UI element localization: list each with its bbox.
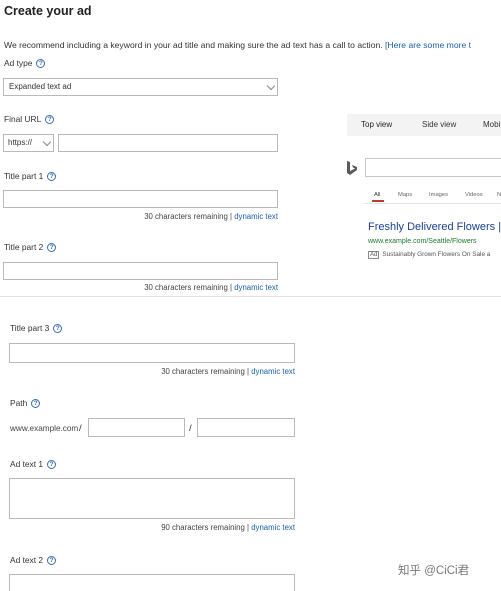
help-icon[interactable]: ? xyxy=(31,398,41,408)
preview-tabs: Top view Side view Mobi xyxy=(347,114,501,136)
page-title: Create your ad xyxy=(4,4,92,18)
more-tips-link[interactable]: [Here are some more t xyxy=(385,40,471,50)
tab-top-view[interactable]: Top view xyxy=(361,120,392,129)
tab-mobile[interactable]: Mobi xyxy=(483,120,500,129)
title-part-3-counter: 30 characters remaining | dynamic text xyxy=(161,367,295,376)
preview-search-box xyxy=(365,158,501,177)
chars-remaining: 90 characters remaining xyxy=(161,523,245,532)
title-part-1-counter: 30 characters remaining | dynamic text xyxy=(144,212,278,221)
ad-text-1-textarea[interactable] xyxy=(9,478,295,519)
search-nav-images: Images xyxy=(429,192,449,198)
ad-type-label: Ad type ? xyxy=(4,58,46,68)
path-2-input[interactable] xyxy=(197,418,295,437)
title-part-3-label-text: Title part 3 xyxy=(10,323,50,333)
watermark: 知乎 @CiCi君 xyxy=(398,565,470,577)
separator: | xyxy=(247,367,250,376)
dynamic-text-link[interactable]: dynamic text xyxy=(251,523,295,532)
intro-text: We recommend including a keyword in your… xyxy=(4,40,471,50)
ad-text-1-counter: 90 characters remaining | dynamic text xyxy=(161,523,295,532)
path-slash-1: / xyxy=(79,423,82,434)
search-nav-maps: Maps xyxy=(398,192,413,198)
section-divider xyxy=(0,296,501,297)
ad-text-2-label: Ad text 2 ? xyxy=(10,555,57,565)
ad-description-text: Sustainably Grown Flowers On Sale a xyxy=(382,251,491,258)
title-part-3-label: Title part 3 ? xyxy=(10,323,63,333)
title-part-1-label: Title part 1 ? xyxy=(4,171,57,181)
ad-text-1-label: Ad text 1 ? xyxy=(10,459,57,469)
chars-remaining: 30 characters remaining xyxy=(144,212,228,221)
ad-text-2-label-text: Ad text 2 xyxy=(10,555,44,565)
bing-logo-icon xyxy=(347,161,357,175)
help-icon[interactable]: ? xyxy=(53,323,63,333)
help-icon[interactable]: ? xyxy=(47,171,57,181)
search-nav-more: N xyxy=(497,192,501,198)
search-nav-divider xyxy=(364,203,501,204)
chars-remaining: 30 characters remaining xyxy=(144,283,228,292)
help-icon[interactable]: ? xyxy=(47,459,57,469)
ad-text-2-textarea[interactable] xyxy=(9,574,295,591)
final-url-input[interactable] xyxy=(58,134,278,152)
ad-preview-url: www.example.com/Seattle/Flowers xyxy=(368,238,477,245)
dynamic-text-link[interactable]: dynamic text xyxy=(234,212,278,221)
final-url-label: Final URL ? xyxy=(4,114,55,124)
path-label-text: Path xyxy=(10,398,28,408)
path-label: Path ? xyxy=(10,398,41,408)
ad-badge: Ad xyxy=(368,251,380,259)
path-base-url: www.example.com xyxy=(10,424,79,433)
separator: | xyxy=(247,523,250,532)
tab-side-view[interactable]: Side view xyxy=(422,120,456,129)
title-part-2-label: Title part 2 ? xyxy=(4,242,57,252)
help-icon[interactable]: ? xyxy=(47,242,57,252)
search-nav-videos: Videos xyxy=(465,192,483,198)
final-url-label-text: Final URL xyxy=(4,114,42,124)
search-nav-all: All xyxy=(374,192,381,198)
active-nav-underline xyxy=(372,200,384,202)
ad-type-value: Expanded text ad xyxy=(9,82,72,91)
title-part-2-counter: 30 characters remaining | dynamic text xyxy=(144,283,278,292)
ad-text-1-label-text: Ad text 1 xyxy=(10,459,44,469)
protocol-select[interactable]: https:// xyxy=(3,134,54,152)
dynamic-text-link[interactable]: dynamic text xyxy=(251,367,295,376)
title-part-3-input[interactable] xyxy=(9,343,295,363)
separator: | xyxy=(230,283,233,292)
chars-remaining: 30 characters remaining xyxy=(161,367,245,376)
separator: | xyxy=(230,212,233,221)
title-part-2-input[interactable] xyxy=(3,262,278,280)
title-part-1-label-text: Title part 1 xyxy=(4,171,44,181)
help-icon[interactable]: ? xyxy=(36,58,46,68)
title-part-2-label-text: Title part 2 xyxy=(4,242,44,252)
ad-preview-description: Ad Sustainably Grown Flowers On Sale a xyxy=(368,251,491,259)
ad-preview-headline: Freshly Delivered Flowers | xyxy=(368,221,501,233)
help-icon[interactable]: ? xyxy=(47,555,57,565)
path-1-input[interactable] xyxy=(88,418,185,437)
help-icon[interactable]: ? xyxy=(45,114,55,124)
ad-type-label-text: Ad type xyxy=(4,58,33,68)
path-slash-2: / xyxy=(189,423,192,434)
intro-sentence: We recommend including a keyword in your… xyxy=(4,40,383,50)
dynamic-text-link[interactable]: dynamic text xyxy=(234,283,278,292)
ad-type-select[interactable]: Expanded text ad xyxy=(3,78,278,96)
title-part-1-input[interactable] xyxy=(3,190,278,208)
